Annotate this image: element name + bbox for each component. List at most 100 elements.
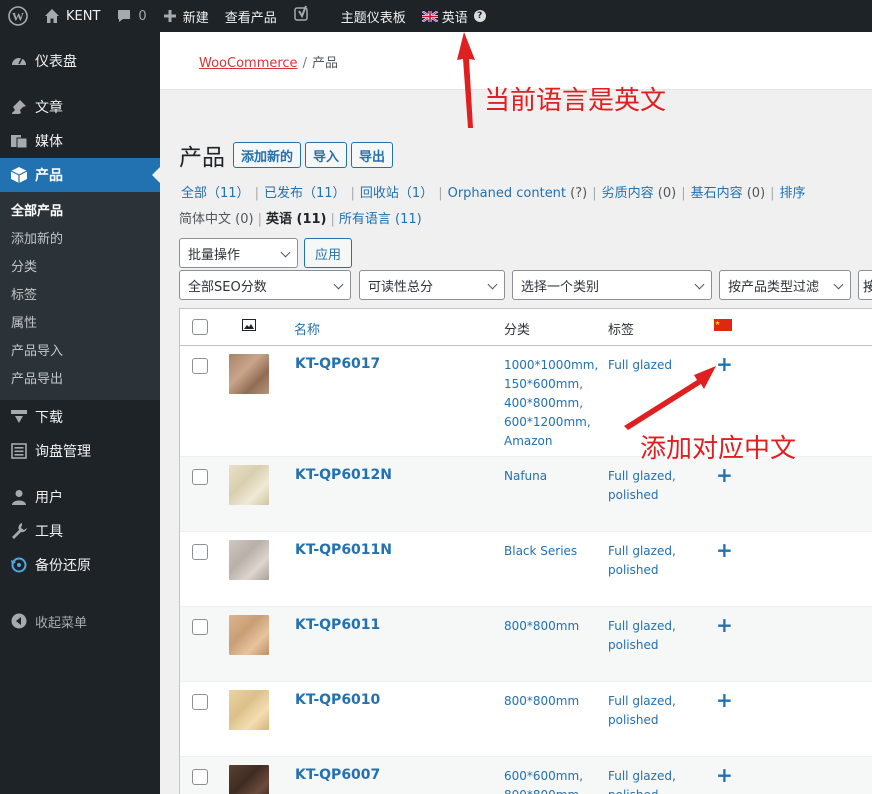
product-thumbnail[interactable] (229, 690, 269, 730)
row-checkbox[interactable] (192, 619, 208, 635)
new-content-link[interactable]: 新建 (155, 0, 217, 32)
wordpress-logo-icon[interactable]: W (0, 0, 36, 32)
product-type-filter[interactable]: 按产品类型过滤 (719, 270, 851, 300)
yoast-icon (293, 5, 311, 27)
lang-chinese-link[interactable]: 简体中文 (0) (179, 212, 254, 227)
product-name-link[interactable]: KT-QP6010 (295, 692, 380, 708)
product-categories[interactable]: 800*800mm (504, 692, 594, 711)
menu-products[interactable]: 产品 (0, 158, 160, 192)
submenu-product-import[interactable]: 产品导入 (0, 338, 160, 366)
help-icon: ? (473, 10, 486, 22)
apply-button[interactable]: 应用 (304, 238, 353, 268)
extra-filter[interactable]: 按 (858, 270, 872, 300)
add-chinese-translation-button[interactable]: + (716, 615, 733, 635)
breadcrumb-current: 产品 (311, 56, 338, 71)
submenu-all-products[interactable]: 全部产品 (0, 198, 160, 226)
plus-icon (163, 9, 177, 23)
lang-all-link[interactable]: 所有语言 (11) (339, 212, 422, 227)
lang-english-current[interactable]: 英语 (11) (266, 212, 327, 227)
theme-dashboard-label: 主题仪表板 (340, 10, 406, 26)
menu-backup[interactable]: 备份还原 (0, 548, 160, 582)
product-thumbnail[interactable] (229, 615, 269, 655)
new-label: 新建 (182, 10, 209, 26)
menu-downloads[interactable]: 下载 (0, 400, 160, 434)
submenu-tags[interactable]: 标签 (0, 282, 160, 310)
menu-inquiries[interactable]: 询盘管理 (0, 434, 160, 468)
yoast-menu[interactable] (285, 0, 319, 32)
add-chinese-translation-button[interactable]: + (716, 465, 733, 485)
breadcrumb-woocommerce-link[interactable]: WooCommerce (199, 56, 298, 71)
add-chinese-translation-button[interactable]: + (716, 690, 733, 710)
product-name-link[interactable]: KT-QP6007 (295, 767, 380, 783)
menu-label: 询盘管理 (35, 444, 91, 460)
theme-dashboard-link[interactable]: 主题仪表板 (333, 0, 414, 32)
product-thumbnail[interactable] (229, 465, 269, 505)
collapse-menu-button[interactable]: 收起菜单 (0, 604, 160, 638)
submenu-categories[interactable]: 分类 (0, 254, 160, 282)
export-button[interactable]: 导出 (351, 142, 394, 168)
add-chinese-translation-button[interactable]: + (716, 540, 733, 560)
row-checkbox[interactable] (192, 358, 208, 374)
status-poor-content-link[interactable]: 劣质内容 (0) (602, 186, 677, 201)
product-thumbnail[interactable] (229, 354, 269, 394)
product-tags[interactable]: Full glazed, polished (608, 767, 698, 794)
row-checkbox[interactable] (192, 469, 208, 485)
language-label: 英语 (441, 10, 468, 26)
bulk-action-select[interactable]: 批量操作 (179, 238, 298, 268)
site-name: KENT (66, 8, 101, 24)
product-name-link[interactable]: KT-QP6011N (295, 542, 392, 558)
menu-media[interactable]: 媒体 (0, 124, 160, 158)
product-name-link[interactable]: KT-QP6017 (295, 356, 380, 372)
menu-label: 工具 (35, 524, 63, 540)
import-button[interactable]: 导入 (305, 142, 348, 168)
sort-link[interactable]: 排序 (780, 186, 806, 201)
add-chinese-translation-button[interactable]: + (716, 765, 733, 785)
row-checkbox[interactable] (192, 694, 208, 710)
add-chinese-translation-button[interactable]: + (716, 354, 733, 374)
status-published-link[interactable]: 已发布（11） (264, 186, 346, 201)
row-checkbox[interactable] (192, 769, 208, 785)
product-tags[interactable]: Full glazed, polished (608, 617, 698, 655)
status-orphaned-link[interactable]: Orphaned content (?) (448, 186, 588, 201)
product-categories[interactable]: 800*800mm (504, 617, 594, 636)
product-tags[interactable]: Full glazed, polished (608, 692, 698, 730)
page-title: 产品 (179, 145, 225, 171)
product-tags[interactable]: Full glazed (608, 356, 698, 375)
product-tags[interactable]: Full glazed, polished (608, 542, 698, 580)
status-trash-link[interactable]: 回收站（1） (360, 186, 433, 201)
submenu-product-export[interactable]: 产品导出 (0, 366, 160, 394)
readability-filter[interactable]: 可读性总分 (359, 270, 505, 300)
menu-users[interactable]: 用户 (0, 480, 160, 514)
seo-score-filter[interactable]: 全部SEO分数 (179, 270, 351, 300)
product-categories[interactable]: 1000*1000mm, 150*600mm, 400*800mm, 600*1… (504, 356, 598, 451)
view-products-link[interactable]: 查看产品 (217, 0, 285, 32)
status-cornerstone-link[interactable]: 基石内容 (0) (691, 186, 766, 201)
name-column-header[interactable]: 名称 (294, 319, 320, 338)
product-thumbnail[interactable] (229, 540, 269, 580)
list-icon (9, 441, 29, 461)
row-checkbox[interactable] (192, 544, 208, 560)
menu-dashboard[interactable]: 仪表盘 (0, 44, 160, 78)
product-categories[interactable]: 600*600mm, 800*800mm (504, 767, 594, 794)
product-categories[interactable]: Nafuna (504, 467, 594, 486)
category-filter[interactable]: 选择一个类别 (512, 270, 712, 300)
submenu-attributes[interactable]: 属性 (0, 310, 160, 338)
comments-link[interactable]: 0 (108, 0, 154, 32)
product-tags[interactable]: Full glazed, polished (608, 467, 698, 505)
product-thumbnail[interactable] (229, 765, 269, 794)
product-name-link[interactable]: KT-QP6012N (295, 467, 392, 483)
add-new-button[interactable]: 添加新的 (233, 142, 302, 168)
home-icon (44, 8, 60, 24)
submenu-add-new[interactable]: 添加新的 (0, 226, 160, 254)
product-categories[interactable]: Black Series (504, 542, 594, 561)
language-switcher[interactable]: 英语 ? (414, 0, 494, 32)
box-icon (9, 165, 29, 185)
menu-tools[interactable]: 工具 (0, 514, 160, 548)
select-all-checkbox[interactable] (192, 319, 208, 335)
menu-posts[interactable]: 文章 (0, 90, 160, 124)
status-all-link[interactable]: 全部（11） (181, 186, 250, 201)
pin-icon (9, 97, 29, 117)
menu-label: 下载 (35, 410, 63, 426)
site-name-link[interactable]: KENT (36, 0, 108, 32)
product-name-link[interactable]: KT-QP6011 (295, 617, 380, 633)
